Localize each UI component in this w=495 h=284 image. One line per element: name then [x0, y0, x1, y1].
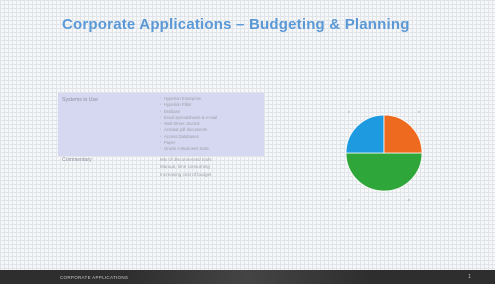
system-item: Oracle e-Business Suite — [160, 146, 262, 152]
page-number: 1 — [468, 274, 471, 280]
pie-slice — [345, 114, 385, 154]
table-row-systems: Systems in Use Hyperion Enterprise Hyper… — [58, 93, 264, 156]
commentary-line: Mix of disconnected tools — [160, 156, 212, 162]
commentary-line: Manual, time consuming — [160, 164, 210, 170]
pie-slice — [383, 114, 423, 154]
pie-chart — [345, 114, 423, 192]
systems-list: Hyperion Enterprise Hyperion Pillar Essb… — [160, 93, 264, 156]
pie-slice — [345, 152, 423, 192]
footer-bar: CORPORATE APPLICATIONS 1 — [0, 270, 495, 284]
commentary-label: Commentary — [62, 156, 92, 163]
systems-label: Systems in Use — [62, 97, 99, 103]
slide-title: Corporate Applications – Budgeting & Pla… — [62, 16, 410, 33]
tick-mark — [348, 199, 350, 201]
table-row-commentary: Commentary Mix of disconnected tools Man… — [58, 156, 264, 182]
slide: Corporate Applications – Budgeting & Pla… — [0, 0, 495, 284]
footer-label: CORPORATE APPLICATIONS — [60, 275, 129, 280]
commentary-text: Mix of disconnected tools Manual, time c… — [160, 156, 264, 182]
commentary-line: Increasing cost of budget — [160, 172, 212, 178]
tick-mark — [408, 199, 410, 201]
content-table: Systems in Use Hyperion Enterprise Hyper… — [58, 93, 264, 182]
